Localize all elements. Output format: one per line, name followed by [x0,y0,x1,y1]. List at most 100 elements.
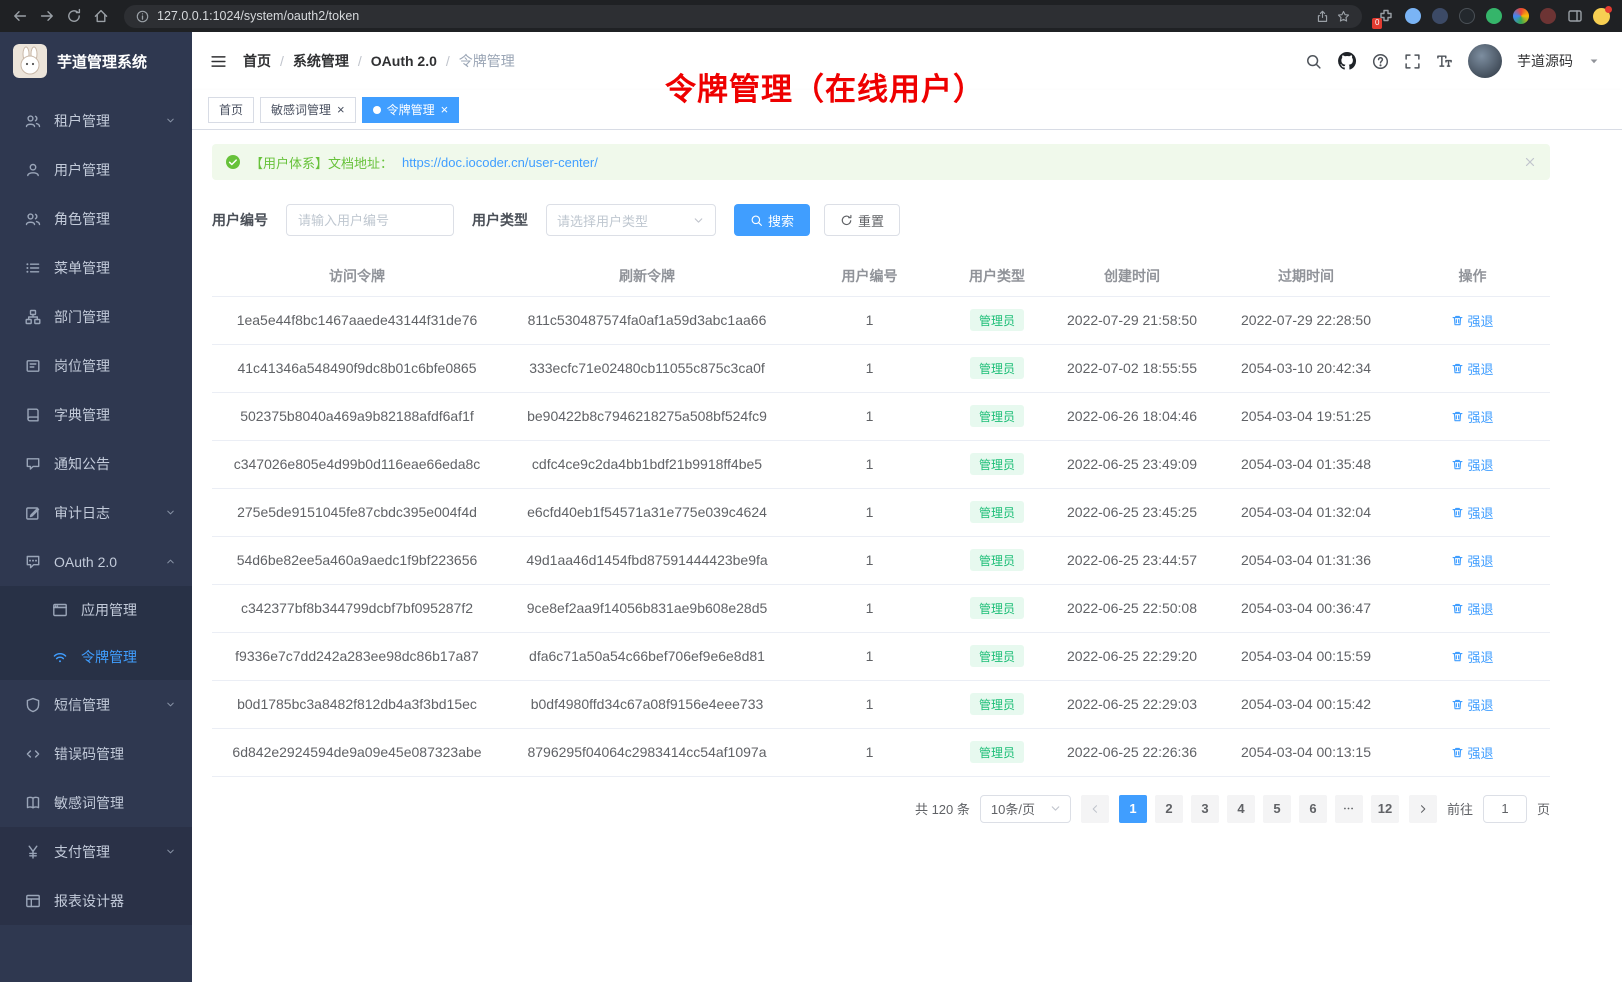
username[interactable]: 芋道源码 [1517,51,1573,71]
force-logout-button[interactable]: 强退 [1451,311,1493,330]
force-logout-button[interactable]: 强退 [1451,551,1493,570]
force-logout-button[interactable]: 强退 [1451,695,1493,714]
cell: 2022-06-25 22:29:03 [1047,680,1217,728]
page-suffix: 页 [1537,799,1550,818]
force-logout-button[interactable]: 强退 [1451,647,1493,666]
extension-icon[interactable] [1539,8,1556,25]
sidebar-item[interactable]: 部门管理 [0,292,192,341]
sidebar-item[interactable]: 通知公告 [0,439,192,488]
force-logout-button[interactable]: 强退 [1451,407,1493,426]
column-header: 操作 [1395,256,1550,296]
sidebar-item[interactable]: 字典管理 [0,390,192,439]
github-icon[interactable] [1337,51,1357,71]
table-row: c342377bf8b344799dcbf7bf095287f29ce8ef2a… [212,584,1550,632]
sidebar-item[interactable]: 短信管理 [0,680,192,729]
sidebar-subitem[interactable]: 应用管理 [0,586,192,633]
chevron-down-icon [165,115,176,126]
app-logo[interactable]: 芋道管理系统 [0,32,192,90]
alert-link[interactable]: https://doc.iocoder.cn/user-center/ [402,155,598,170]
breadcrumb: 首页/系统管理/OAuth 2.0/令牌管理 [243,51,515,71]
address-bar[interactable]: 127.0.0.1:1024/system/oauth2/token [124,5,1362,28]
tab-close-icon[interactable]: × [337,103,345,116]
alert-close-icon[interactable] [1523,155,1537,169]
site-info-icon[interactable] [136,10,149,23]
list-icon [25,260,41,276]
breadcrumb-item[interactable]: 令牌管理 [459,51,515,71]
tab[interactable]: 首页 [208,97,254,123]
force-logout-button[interactable]: 强退 [1451,503,1493,522]
pagination-page[interactable]: 4 [1227,795,1255,823]
sidebar-item[interactable]: OAuth 2.0 [0,537,192,586]
reset-button[interactable]: 重置 [824,204,900,236]
sidebar-item[interactable]: 用户管理 [0,145,192,194]
search-button[interactable]: 搜索 [734,204,810,236]
header-search-icon[interactable] [1305,53,1322,70]
profile-avatar[interactable] [1593,8,1610,25]
cell: 强退 [1395,392,1550,440]
user-type-select[interactable]: 请选择用户类型 [546,204,716,236]
force-logout-button[interactable]: 强退 [1451,743,1493,762]
pagination-page[interactable]: 1 [1119,795,1147,823]
sidebar-item[interactable]: 角色管理 [0,194,192,243]
browser-back-icon[interactable] [12,8,28,24]
extension-icon[interactable] [1458,8,1475,25]
extension-icon[interactable] [1431,8,1448,25]
breadcrumb-separator: / [446,53,450,69]
user-avatar[interactable] [1468,44,1502,78]
pagination-next-button[interactable] [1409,795,1437,823]
breadcrumb-item[interactable]: OAuth 2.0 [371,53,437,69]
browser-forward-icon[interactable] [39,8,55,24]
tab[interactable]: 令牌管理× [362,97,460,123]
app-icon [52,602,68,618]
extension-icon[interactable] [1404,8,1421,25]
caret-down-icon[interactable] [1588,55,1600,67]
cell: b0d1785bc3a8482f812db4a3f3bd15ec [212,680,502,728]
extension-icon[interactable] [1512,8,1529,25]
share-icon[interactable] [1316,10,1329,23]
extension-icon[interactable] [1485,8,1502,25]
sidebar-item[interactable]: 岗位管理 [0,341,192,390]
sidebar-item[interactable]: 审计日志 [0,488,192,537]
pagination-more[interactable] [1335,795,1363,823]
browser-reload-icon[interactable] [66,8,82,24]
sidebar-item-label: 敏感词管理 [54,793,176,813]
cell: 强退 [1395,296,1550,344]
pagination-page[interactable]: 3 [1191,795,1219,823]
signal-icon [52,649,68,665]
breadcrumb-item[interactable]: 系统管理 [293,51,349,71]
pagination-page[interactable]: 6 [1299,795,1327,823]
bookmark-star-icon[interactable] [1337,10,1350,23]
side-panel-icon[interactable] [1566,8,1583,25]
cell: 管理员 [947,728,1047,776]
column-header: 用户类型 [947,256,1047,296]
force-logout-button[interactable]: 强退 [1451,455,1493,474]
user-type-badge: 管理员 [970,645,1024,667]
sidebar-item[interactable]: 报表设计器 [0,876,192,925]
extension-puzzle-icon[interactable]: 0 [1377,8,1394,25]
force-logout-button[interactable]: 强退 [1451,359,1493,378]
help-icon[interactable] [1372,53,1389,70]
token-table: 访问令牌刷新令牌用户编号用户类型创建时间过期时间操作 1ea5e44f8bc14… [212,256,1550,777]
tab[interactable]: 敏感词管理× [260,97,356,123]
sidebar-subitem[interactable]: 令牌管理 [0,633,192,680]
breadcrumb-item[interactable]: 首页 [243,51,271,71]
page-size-select[interactable]: 10条/页 [980,795,1071,823]
font-size-icon[interactable] [1436,53,1453,70]
sidebar-item[interactable]: 租户管理 [0,96,192,145]
pagination-prev-button[interactable] [1081,795,1109,823]
user-id-input[interactable] [286,204,454,236]
sidebar-item[interactable]: 菜单管理 [0,243,192,292]
fullscreen-icon[interactable] [1404,53,1421,70]
browser-home-icon[interactable] [93,8,109,24]
breadcrumb-separator: / [358,53,362,69]
sidebar-item[interactable]: 支付管理 [0,827,192,876]
pagination-page[interactable]: 2 [1155,795,1183,823]
pagination-page[interactable]: 5 [1263,795,1291,823]
sidebar-item[interactable]: 错误码管理 [0,729,192,778]
force-logout-button[interactable]: 强退 [1451,599,1493,618]
goto-page-input[interactable] [1483,795,1527,823]
tab-close-icon[interactable]: × [441,103,449,116]
pagination-page[interactable]: 12 [1371,795,1399,823]
sidebar-item[interactable]: 敏感词管理 [0,778,192,827]
menu-toggle-icon[interactable] [210,53,227,70]
